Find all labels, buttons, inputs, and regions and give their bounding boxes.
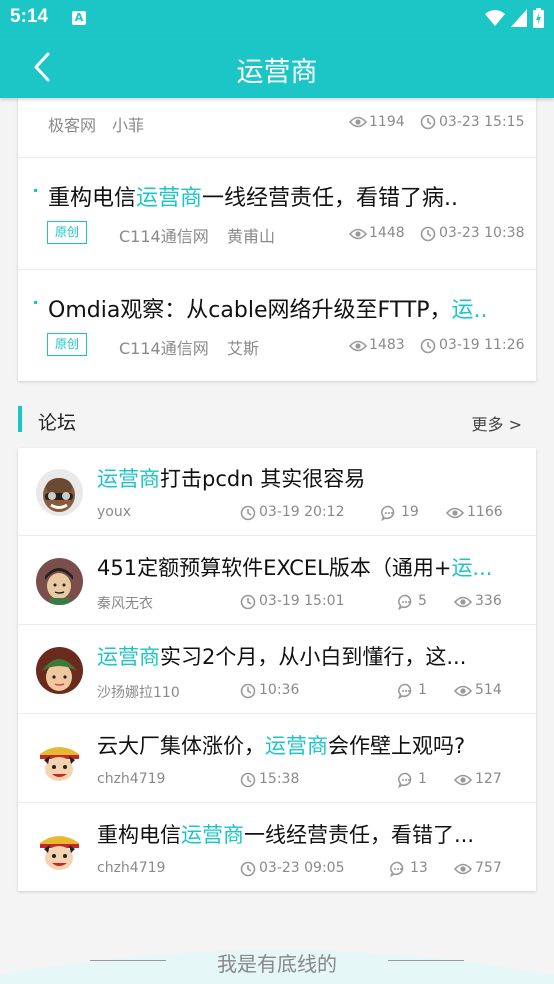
clock-icon: [420, 114, 436, 130]
comment-icon: [381, 505, 395, 521]
post-author: youx: [97, 504, 132, 520]
news-item[interactable]: 重构电信运营商一线经营责任，看错了病.. 原创 C114通信网 黄甫山 1448…: [18, 158, 536, 270]
clock-icon: [240, 594, 256, 610]
wifi-icon: [485, 10, 505, 26]
more-link[interactable]: 更多 >: [472, 411, 523, 435]
news-source: C114通信网: [119, 339, 209, 358]
news-item[interactable]: 极客网 小菲 1194 03-23 15:15: [18, 98, 536, 158]
eye-icon: [454, 685, 472, 697]
news-item[interactable]: Omdia观察：从cable网络升级至FTTP，运.. 原创 C114通信网 艾…: [18, 270, 536, 381]
comment-icon: [390, 861, 404, 877]
view-count: 127: [475, 771, 502, 787]
view-count: 757: [475, 860, 502, 876]
view-count: 1166: [467, 504, 503, 520]
reply-count: 19: [401, 504, 419, 520]
clock-icon: [240, 505, 256, 521]
anime-pirate-avatar[interactable]: [36, 825, 83, 872]
eye-icon: [446, 507, 464, 519]
post-author: chzh4719: [97, 860, 166, 876]
post-time: 03-23 09:05: [259, 860, 345, 876]
app-bar: 运营商: [0, 36, 554, 98]
reply-count: 1: [418, 771, 427, 787]
post-time: 15:38: [259, 771, 300, 787]
post-author: 沙扬娜拉110: [97, 685, 180, 701]
post-time: 03-19 15:01: [259, 593, 345, 609]
news-list: 极客网 小菲 1194 03-23 15:15 重构电信运营商一线经营责任，看错…: [18, 98, 536, 381]
original-tag: 原创: [47, 333, 87, 356]
reply-count: 13: [410, 860, 428, 876]
original-tag: 原创: [47, 221, 87, 244]
view-count: 1448: [369, 225, 405, 241]
forum-post[interactable]: 云大厂集体涨价，运营商会作壁上观吗? chzh4719 15:38 1 127: [18, 715, 536, 803]
post-time: 10:36: [259, 682, 300, 698]
forum-post-title: 重构电信运营商一线经营责任，看错了...: [97, 823, 475, 847]
comment-icon: [398, 594, 412, 610]
news-date: 03-23 10:38: [439, 225, 525, 241]
post-time: 03-19 20:12: [259, 504, 345, 520]
clock-icon: [240, 861, 256, 877]
forum-post-title: 云大厂集体涨价，运营商会作壁上观吗?: [97, 734, 466, 758]
eye-icon: [349, 340, 367, 352]
reply-count: 5: [418, 593, 427, 609]
reply-count: 1: [418, 682, 427, 698]
forum-post-title: 运营商打击pcdn 其实很容易: [97, 467, 366, 491]
section-accent-bar: [18, 406, 22, 432]
status-time: 5:14: [10, 6, 49, 27]
forum-section-title: 论坛: [38, 412, 77, 434]
news-date: 03-23 15:15: [439, 114, 525, 130]
forum-post[interactable]: 重构电信运营商一线经营责任，看错了... chzh4719 03-23 09:0…: [18, 804, 536, 892]
status-bar: 5:14 A: [0, 0, 554, 36]
forum-post[interactable]: 运营商实习2个月，从小白到懂行，这... 沙扬娜拉110 10:36 1 514: [18, 626, 536, 714]
news-author: 小菲: [112, 116, 145, 135]
bullet-dot: [34, 301, 37, 304]
bullet-dot: [34, 189, 37, 192]
news-date: 03-19 11:26: [439, 337, 525, 353]
view-count: 1483: [369, 337, 405, 353]
comment-icon: [398, 683, 412, 699]
view-count: 336: [475, 593, 502, 609]
cartoon-face-avatar[interactable]: [36, 558, 83, 605]
eye-icon: [349, 116, 367, 128]
comment-icon: [398, 772, 412, 788]
post-author: chzh4719: [97, 771, 166, 787]
forum-post-title: 运营商实习2个月，从小白到懂行，这...: [97, 645, 467, 669]
eye-icon: [454, 774, 472, 786]
battery-icon: [533, 8, 544, 28]
news-author: 黄甫山: [227, 227, 276, 246]
clock-icon: [420, 226, 436, 242]
green-hat-avatar[interactable]: [36, 647, 83, 694]
notification-icon: A: [72, 11, 86, 25]
forum-post[interactable]: 运营商打击pcdn 其实很容易 youx 03-19 20:12 19 1166: [18, 448, 536, 536]
news-source: 极客网: [48, 116, 97, 135]
post-author: 秦风无衣: [97, 596, 153, 612]
end-of-list-text: 我是有底线的: [217, 952, 337, 976]
signal-icon: [511, 9, 527, 27]
forum-section-header: 论坛 更多 >: [18, 402, 536, 436]
forum-post-title: 451定额预算软件EXCEL版本（通用+运...: [97, 556, 493, 580]
clock-icon: [240, 683, 256, 699]
clock-icon: [240, 772, 256, 788]
eye-icon: [454, 863, 472, 875]
anime-pirate-avatar[interactable]: [36, 736, 83, 783]
news-title: 重构电信运营商一线经营责任，看错了病..: [48, 186, 459, 211]
page-title: 运营商: [236, 57, 318, 88]
view-count: 514: [475, 682, 502, 698]
clock-icon: [420, 338, 436, 354]
view-count: 1194: [369, 114, 405, 130]
forum-post[interactable]: 451定额预算软件EXCEL版本（通用+运... 秦风无衣 03-19 15:0…: [18, 537, 536, 625]
news-title: Omdia观察：从cable网络升级至FTTP，运..: [48, 298, 488, 323]
eye-icon: [349, 228, 367, 240]
news-author: 艾斯: [227, 339, 260, 358]
forum-list: 运营商打击pcdn 其实很容易 youx 03-19 20:12 19 1166…: [18, 448, 536, 891]
eye-icon: [454, 596, 472, 608]
news-source: C114通信网: [119, 227, 209, 246]
bald-man-avatar[interactable]: [36, 469, 83, 516]
